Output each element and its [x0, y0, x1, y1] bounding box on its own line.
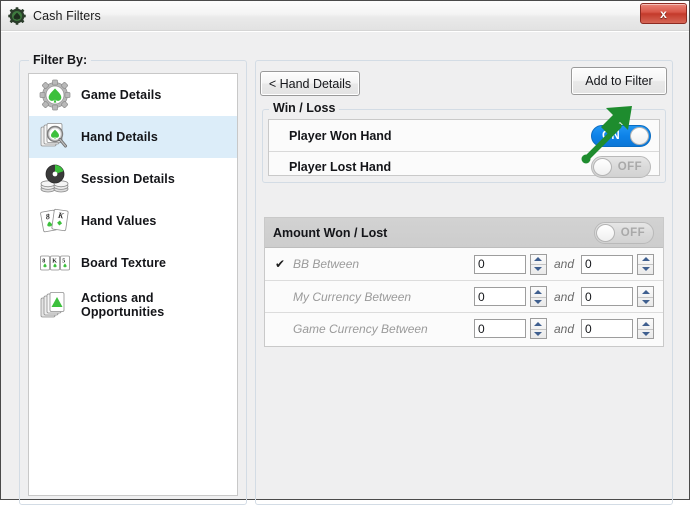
filter-by-group: Filter By: Game Details Hand Details Ses…	[19, 53, 247, 505]
two-cards-icon: 8 K	[39, 205, 71, 237]
spin-down-icon[interactable]	[530, 296, 546, 307]
row-label: Player Lost Hand	[289, 160, 392, 174]
toggle-knob	[593, 158, 612, 176]
player-lost-hand-toggle[interactable]: OFF	[591, 156, 651, 178]
sidebar-item-label: Hand Values	[81, 213, 157, 228]
toggle-knob	[596, 223, 615, 242]
toggle-knob	[630, 126, 649, 145]
sidebar-item-board-texture[interactable]: 8 K 5 Board Texture	[29, 242, 237, 284]
gear-spade-icon	[8, 6, 26, 25]
row-label: Player Won Hand	[289, 128, 392, 143]
sidebar-item-label: Actions and Opportunities	[81, 290, 165, 319]
cards-magnifier-icon	[39, 121, 71, 153]
sidebar-item-label: Board Texture	[81, 255, 167, 270]
svg-text:5: 5	[62, 258, 65, 264]
close-button[interactable]: x	[640, 3, 687, 24]
spin-up-icon[interactable]	[638, 287, 653, 297]
bb-to-spin-buttons[interactable]	[637, 253, 654, 275]
client-area: Filter By: Game Details Hand Details Ses…	[1, 31, 689, 505]
player-won-hand-toggle[interactable]: ON	[591, 124, 651, 147]
amount-row-game-currency-between: Game Currency Between and	[265, 312, 663, 344]
sidebar-item-hand-values[interactable]: 8 K Hand Values	[29, 200, 237, 242]
win-loss-group: Win / Loss Player Won Hand ON Player Los…	[262, 101, 666, 183]
sidebar-item-session-details[interactable]: Session Details	[29, 158, 237, 200]
spin-up-icon[interactable]	[531, 319, 546, 329]
amount-won-lost-panel: Amount Won / Lost OFF ✔ BB Between 0 and…	[264, 217, 664, 347]
sidebar-item-label: Hand Details	[81, 129, 158, 144]
toggle-label: OFF	[620, 226, 645, 239]
my-currency-from-spin-buttons[interactable]	[529, 286, 547, 307]
three-cards-icon: 8 K 5	[39, 247, 71, 279]
amount-header-title: Amount Won / Lost	[273, 225, 388, 240]
my-currency-to-stepper[interactable]	[581, 286, 654, 307]
game-currency-to-spin-buttons[interactable]	[637, 318, 654, 339]
bb-from-input[interactable]	[473, 254, 526, 274]
filter-by-label: Filter By:	[29, 53, 92, 67]
and-label: and	[553, 321, 574, 336]
toggle-label: OFF	[617, 161, 642, 173]
toggle-label: ON	[602, 129, 621, 142]
game-currency-from-spin-buttons[interactable]	[529, 318, 547, 339]
bb-to-stepper[interactable]	[581, 253, 654, 275]
add-to-filter-button[interactable]: Add to Filter	[571, 67, 667, 95]
cash-filters-window: Cash Filters x Filter By: Game Details H…	[0, 0, 690, 505]
win-loss-label: Win / Loss	[269, 101, 340, 115]
spin-down-icon[interactable]	[530, 264, 546, 274]
and-label: and	[553, 257, 574, 271]
game-currency-from-input[interactable]	[473, 319, 526, 338]
spin-down-icon[interactable]	[638, 328, 653, 339]
amount-won-lost-toggle[interactable]: OFF	[594, 221, 654, 244]
bb-from-spin-buttons[interactable]	[529, 253, 547, 275]
row-player-won-hand: Player Won Hand ON	[269, 120, 659, 151]
svg-text:8: 8	[42, 258, 45, 264]
amount-won-lost-header: Amount Won / Lost OFF	[265, 218, 663, 248]
bb-from-stepper[interactable]	[473, 253, 547, 275]
sidebar-item-label: Session Details	[81, 171, 175, 186]
spin-up-icon[interactable]	[638, 255, 653, 265]
my-currency-from-input[interactable]	[473, 287, 526, 306]
my-currency-to-input[interactable]	[581, 287, 633, 306]
spin-down-icon[interactable]	[530, 328, 546, 339]
win-loss-rows: Player Won Hand ON Player Lost Hand OFF	[268, 119, 660, 178]
checkmark-icon[interactable]: ✔	[273, 257, 287, 271]
amount-row-bb-between: ✔ BB Between and	[265, 248, 663, 280]
game-currency-to-input[interactable]	[581, 319, 633, 338]
sidebar-item-hand-details[interactable]: Hand Details	[29, 116, 237, 158]
gear-spade-icon	[39, 79, 71, 111]
chips-piechart-icon	[39, 163, 71, 195]
row-player-lost-hand: Player Lost Hand OFF	[269, 151, 659, 182]
sidebar-item-actions-and-opportunities[interactable]: Actions and Opportunities	[29, 284, 237, 326]
spin-up-icon[interactable]	[531, 287, 546, 297]
and-label: and	[553, 289, 574, 304]
amount-row-label: Game Currency Between	[293, 321, 428, 336]
amount-row-label: My Currency Between	[293, 289, 412, 304]
svg-text:K: K	[52, 258, 57, 264]
card-stack-arrow-icon	[39, 289, 71, 321]
amount-row-my-currency-between: My Currency Between and	[265, 280, 663, 312]
game-currency-to-stepper[interactable]	[581, 318, 654, 339]
my-currency-to-spin-buttons[interactable]	[637, 286, 654, 307]
title-bar: Cash Filters x	[1, 1, 689, 31]
hand-details-panel: < Hand Details Add to Filter Win / Loss …	[255, 60, 673, 505]
spin-up-icon[interactable]	[531, 255, 546, 265]
window-title: Cash Filters	[33, 8, 101, 23]
spin-down-icon[interactable]	[638, 296, 653, 307]
close-icon: x	[660, 6, 667, 21]
game-currency-from-stepper[interactable]	[473, 318, 547, 339]
amount-row-label: BB Between	[293, 257, 360, 271]
sidebar-item-label: Game Details	[81, 87, 162, 102]
filter-category-list: Game Details Hand Details Session Detail…	[28, 73, 238, 496]
spin-up-icon[interactable]	[638, 319, 653, 329]
sidebar-item-game-details[interactable]: Game Details	[29, 74, 237, 116]
bb-to-input[interactable]	[581, 254, 633, 274]
my-currency-from-stepper[interactable]	[473, 286, 547, 307]
spin-down-icon[interactable]	[638, 264, 653, 274]
back-to-hand-details-button[interactable]: < Hand Details	[260, 71, 360, 96]
